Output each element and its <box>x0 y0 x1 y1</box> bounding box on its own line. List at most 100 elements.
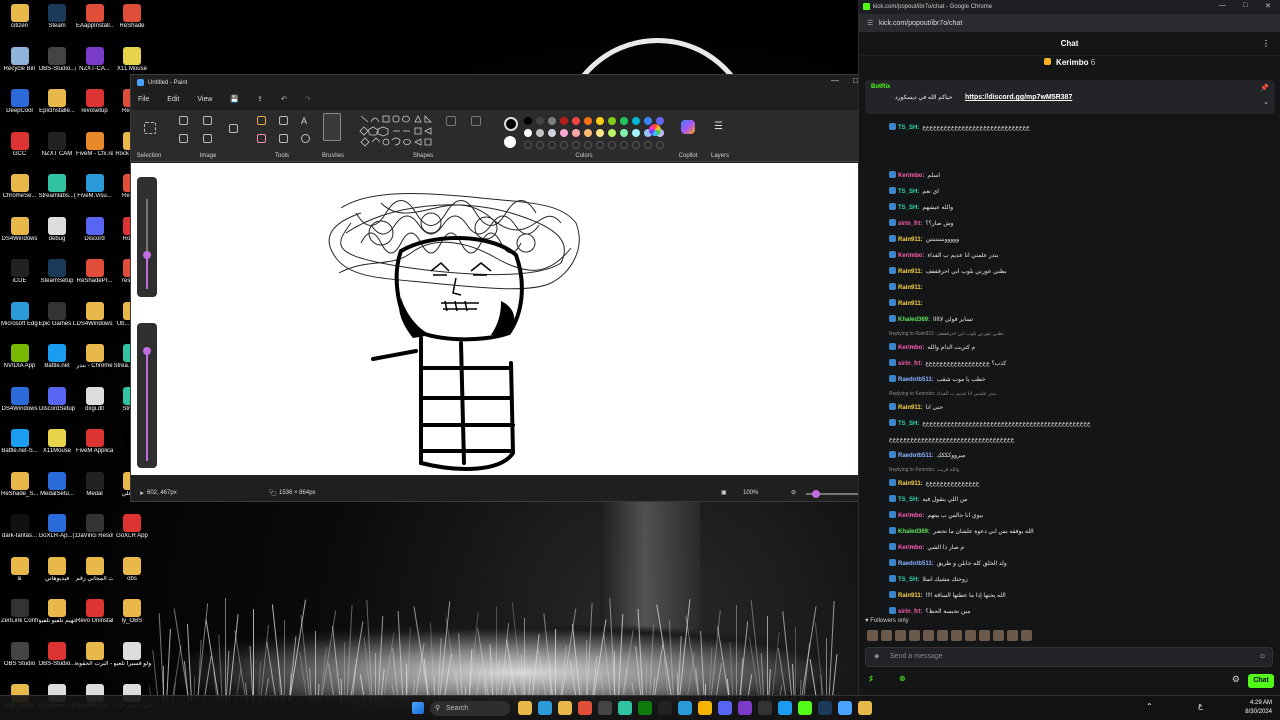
empty-swatch[interactable] <box>560 141 568 149</box>
brush-size-slider[interactable] <box>137 177 157 297</box>
zoom-out-icon[interactable]: ⊖ <box>791 489 796 496</box>
desktop-icon[interactable]: dark-fantas... <box>1 512 38 554</box>
desktop-icon[interactable]: FiveM - Cfx.re Devel... <box>76 130 113 172</box>
color-swatch[interactable] <box>560 117 568 125</box>
taskbar-app-icon[interactable] <box>838 701 852 715</box>
chat-message[interactable]: Raedotb511: خطب يا موب شقب <box>859 372 1280 388</box>
desktop-icon[interactable]: Recycle Bin <box>1 45 38 87</box>
chevron-down-icon[interactable]: ⌄ <box>1263 98 1269 106</box>
chat-username[interactable]: sirin_frt: <box>898 361 922 367</box>
desktop-icon[interactable]: GCC <box>1 130 38 172</box>
taskbar-app-icon[interactable] <box>638 701 652 715</box>
selection-icon[interactable] <box>144 122 156 134</box>
chat-message[interactable]: Raedotb511: ولد الخلق كله جابلن و طريق <box>859 556 1280 572</box>
color-swatch[interactable] <box>596 129 604 137</box>
paint-titlebar[interactable]: Untitled - Paint — □ ✕ <box>131 75 887 90</box>
taskbar-app-icon[interactable] <box>818 701 832 715</box>
chat-username[interactable]: Khaled369: <box>898 317 930 323</box>
emote-bar[interactable] <box>867 630 1032 642</box>
emote[interactable] <box>979 630 990 641</box>
desktop-icon[interactable]: Medal <box>76 470 113 512</box>
shapes-gallery[interactable] <box>359 114 434 150</box>
outline-icon[interactable] <box>446 116 456 126</box>
taskbar-app-icon[interactable] <box>518 701 532 715</box>
desktop-icon[interactable]: OBS Studio <box>1 640 38 682</box>
chat-username[interactable]: Kerimbo: <box>898 345 924 351</box>
taskbar-app-icon[interactable] <box>618 701 632 715</box>
fit-icon[interactable]: ▣ <box>721 489 727 496</box>
taskbar-app-icon[interactable] <box>598 701 612 715</box>
site-info-icon[interactable]: ☰ <box>867 19 873 27</box>
desktop-icon[interactable]: GoXLR App <box>114 512 151 554</box>
taskbar-app-icon[interactable] <box>558 701 572 715</box>
chat-username[interactable]: Kerimbo: <box>898 173 924 179</box>
chat-username[interactable]: TS_SH: <box>898 497 919 503</box>
chat-message[interactable]: Rain911: <box>859 296 1280 312</box>
crop-icon[interactable] <box>179 116 188 125</box>
emote[interactable] <box>1021 630 1032 641</box>
clock[interactable]: 4:29 AM 8/30/2024 <box>1245 699 1272 717</box>
emoji-icon[interactable]: ☺ <box>1259 648 1266 666</box>
desktop-icon[interactable]: OBS-Studio...(2) <box>39 640 76 682</box>
chat-message[interactable]: Kerimbo: بندر علمني انا عديم ب الفداء <box>859 248 1280 264</box>
menu-edit[interactable]: Edit <box>167 96 179 103</box>
chat-message[interactable]: TS_SH: والله عيشهم <box>859 200 1280 216</box>
empty-swatch[interactable] <box>524 141 532 149</box>
chat-message[interactable]: Rain911: ﻉﻉﻉﻉﻉﻉﻉﻉﻉﻉﻉﻉﻉﻉﻉ <box>859 476 1280 492</box>
chat-username[interactable]: TS_SH: <box>898 205 919 211</box>
points-icon[interactable]: ♯ <box>869 674 873 683</box>
chat-message[interactable]: Kerimbo: اسلم <box>859 168 1280 184</box>
taskbar-app-icon[interactable] <box>718 701 732 715</box>
pinned-link[interactable]: https://discord.gg/mp7wM5R387 <box>965 94 1072 101</box>
image-select-icon[interactable] <box>229 124 238 133</box>
redo-icon[interactable]: ↷ <box>305 95 311 103</box>
desktop-icon[interactable]: DeepCool <box>1 87 38 129</box>
emote[interactable] <box>895 630 906 641</box>
emote[interactable] <box>951 630 962 641</box>
desktop-icon[interactable]: البرت بلا جهيم تلفيو تلفيو <box>39 597 76 639</box>
chat-message[interactable]: sirin_frt: مين تحبسة الحظ؟ <box>859 604 1280 620</box>
empty-swatch[interactable] <box>596 141 604 149</box>
desktop-icon[interactable]: ZenLink Configurator <box>1 597 38 639</box>
color-swatch[interactable] <box>608 117 616 125</box>
desktop-icon[interactable]: & <box>1 555 38 597</box>
color-swatch[interactable] <box>524 117 532 125</box>
desktop-icon[interactable]: dxgi.dll <box>76 385 113 427</box>
emote[interactable] <box>867 630 878 641</box>
chat-message[interactable]: Rain911: بطني عورني بلوب ابي احرقففف <box>859 264 1280 280</box>
desktop-icon[interactable]: Streamlabs...(1) <box>39 172 76 214</box>
pencil-icon[interactable] <box>257 116 266 125</box>
chat-message[interactable]: Kerimbo: م كتربت الدام والله <box>859 340 1280 356</box>
send-chat-button[interactable]: Chat <box>1248 674 1274 688</box>
desktop-icon[interactable]: فيديوهاتي <box>39 555 76 597</box>
paint-window[interactable]: Untitled - Paint — □ ✕ File Edit View 💾 … <box>130 74 888 502</box>
tray-chevron-icon[interactable]: ⌃ <box>1146 702 1153 711</box>
taskbar-app-icon[interactable] <box>798 701 812 715</box>
chrome-window[interactable]: kick.com/popout/ibr7o/chat - Google Chro… <box>858 0 1280 695</box>
menu-view[interactable]: View <box>197 96 212 103</box>
taskbar-app-icon[interactable] <box>778 701 792 715</box>
desktop-icon[interactable]: الأثريات المجاني زقم <box>76 555 113 597</box>
gift-banner[interactable]: Kerimbo 6 <box>859 58 1280 72</box>
color-swatch[interactable] <box>632 117 640 125</box>
taskbar-app-icon[interactable] <box>538 701 552 715</box>
xbox-icon[interactable]: ⊗ <box>899 674 906 683</box>
copilot-icon[interactable] <box>681 120 695 134</box>
chat-message[interactable] <box>859 136 1280 152</box>
chat-username[interactable]: Kerimbo: <box>898 545 924 551</box>
maximize-icon[interactable]: □ <box>1243 2 1247 9</box>
empty-swatch[interactable] <box>572 141 580 149</box>
undo-icon[interactable]: ↶ <box>281 95 287 103</box>
chat-username[interactable]: Kerimbo: <box>898 513 924 519</box>
color-swatch[interactable] <box>584 129 592 137</box>
color-swatch[interactable] <box>560 129 568 137</box>
taskbar-app-icon[interactable] <box>658 701 672 715</box>
taskbar-app-icon[interactable] <box>578 701 592 715</box>
chat-reply-context[interactable]: Replying to Kerimbo: بندر علمني انا عديم… <box>859 388 1280 400</box>
desktop-icon[interactable]: NVIDIA App <box>1 342 38 384</box>
chat-menu-icon[interactable]: ⋮ <box>1262 32 1270 56</box>
desktop-icon[interactable]: MedalSetu... <box>39 470 76 512</box>
desktop-icon[interactable]: ReShade <box>114 2 151 44</box>
desktop-icon[interactable]: FiveM.Visu... <box>76 172 113 214</box>
pin-icon[interactable]: 📌 <box>1260 84 1269 92</box>
